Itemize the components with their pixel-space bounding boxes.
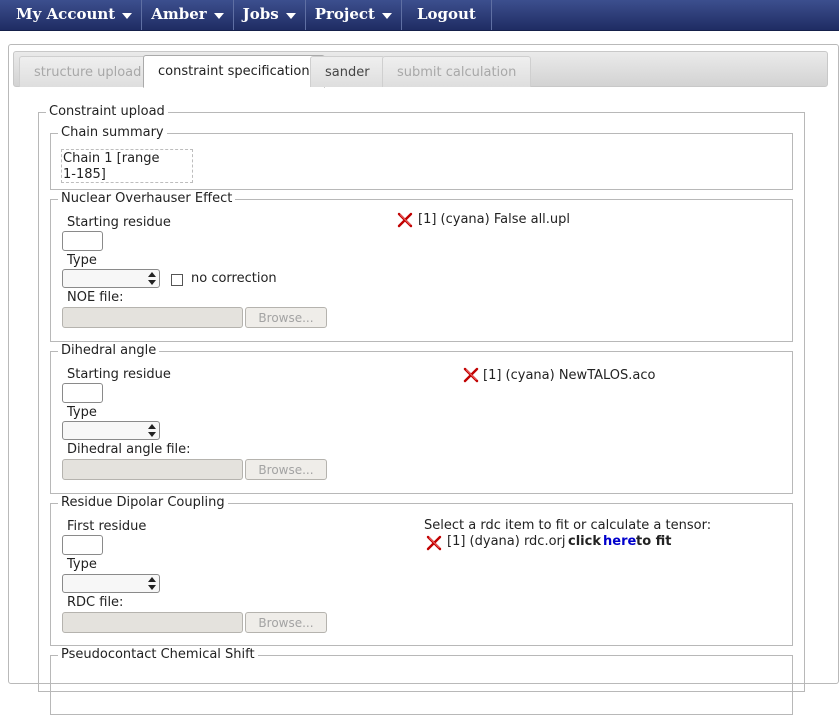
delete-icon[interactable] (463, 367, 479, 383)
pcs-legend: Pseudocontact Chemical Shift (58, 647, 258, 663)
chain-line-1: Chain 1 [range (63, 151, 160, 166)
menu-logout[interactable]: Logout (402, 0, 492, 30)
no-correction-checkbox[interactable] (171, 274, 183, 286)
dropdown-caret-icon (285, 12, 296, 19)
menu-jobs[interactable]: Jobs (234, 0, 306, 30)
chain-summary-box: Chain 1 [range 1-185] (61, 149, 193, 183)
dihedral-legend: Dihedral angle (58, 343, 160, 359)
pcs-fieldset: Pseudocontact Chemical Shift (50, 647, 793, 715)
rdc-hint-text: Select a rdc item to fit or calculate a … (424, 518, 712, 533)
chain-summary-legend: Chain summary (58, 125, 167, 141)
rdc-browse-button[interactable]: Browse... (245, 612, 327, 633)
dihedral-starting-residue-label: Starting residue (67, 367, 171, 382)
noe-file-input[interactable] (62, 307, 243, 328)
rdc-type-select[interactable] (62, 574, 160, 593)
menu-label: My Account (16, 5, 116, 23)
tab-strip: structure upload constraint specificatio… (13, 51, 828, 88)
noe-legend: Nuclear Overhauser Effect (58, 191, 236, 207)
main-panel: structure upload constraint specificatio… (8, 44, 839, 715)
no-correction-label: no correction (191, 271, 277, 286)
dropdown-caret-icon (213, 12, 224, 19)
top-menu-bar: My Account Amber Jobs Project Logout (0, 0, 839, 31)
delete-icon[interactable] (426, 535, 442, 551)
noe-type-select[interactable] (62, 269, 160, 288)
rdc-first-residue-input[interactable] (62, 535, 103, 555)
rdc-file-input[interactable] (62, 612, 243, 633)
dihedral-file-input[interactable] (62, 459, 243, 480)
dropdown-caret-icon (122, 12, 133, 19)
rdc-fit-link[interactable]: here (603, 534, 636, 549)
menu-label: Project (314, 5, 375, 23)
noe-browse-button[interactable]: Browse... (245, 307, 327, 328)
tab-sander[interactable]: sander (310, 56, 385, 87)
noe-file-label: NOE file: (67, 290, 124, 305)
menu-label: Logout (416, 5, 476, 23)
rdc-legend: Residue Dipolar Coupling (58, 495, 228, 511)
dihedral-file-entry[interactable]: [1] (cyana) NewTALOS.aco (483, 368, 655, 383)
noe-fieldset: Nuclear Overhauser Effect Starting resid… (50, 191, 793, 342)
noe-starting-residue-label: Starting residue (67, 215, 171, 230)
tab-structure-upload[interactable]: structure upload (19, 56, 157, 87)
menu-my-account[interactable]: My Account (0, 0, 143, 30)
dropdown-caret-icon (381, 12, 392, 19)
constraint-upload-fieldset: Constraint upload Chain summary Chain 1 … (38, 104, 805, 715)
noe-starting-residue-input[interactable] (62, 231, 103, 251)
menu-project[interactable]: Project (306, 0, 402, 30)
menu-amber[interactable]: Amber (142, 0, 234, 30)
rdc-file-entry[interactable]: [1] (dyana) rdc.orj (447, 534, 566, 549)
chain-summary-fieldset: Chain summary Chain 1 [range 1-185] (50, 125, 793, 190)
select-arrows-icon (147, 424, 156, 437)
menu-label: Amber (151, 5, 207, 23)
tab-constraint-specification[interactable]: constraint specification (143, 55, 325, 88)
tab-submit-calculation[interactable]: submit calculation (382, 56, 532, 87)
select-arrows-icon (147, 272, 156, 285)
dihedral-starting-residue-input[interactable] (62, 383, 103, 403)
rdc-click-text: click (568, 534, 601, 549)
constraint-upload-legend: Constraint upload (46, 104, 168, 120)
rdc-to-fit-text: to fit (636, 534, 672, 549)
delete-icon[interactable] (397, 212, 413, 228)
dihedral-type-label: Type (67, 405, 97, 420)
select-arrows-icon (147, 577, 156, 590)
dihedral-type-select[interactable] (62, 421, 160, 440)
dihedral-fieldset: Dihedral angle Starting residue Type Dih… (50, 343, 793, 494)
rdc-type-label: Type (67, 557, 97, 572)
chain-line-2: 1-185] (63, 167, 106, 182)
rdc-fieldset: Residue Dipolar Coupling First residue T… (50, 495, 793, 646)
rdc-file-label: RDC file: (67, 595, 124, 610)
noe-file-entry[interactable]: [1] (cyana) False all.upl (418, 212, 570, 227)
dihedral-browse-button[interactable]: Browse... (245, 459, 327, 480)
rdc-first-residue-label: First residue (67, 519, 147, 534)
noe-type-label: Type (67, 253, 97, 268)
menu-label: Jobs (242, 5, 279, 23)
dihedral-file-label: Dihedral angle file: (67, 442, 191, 457)
